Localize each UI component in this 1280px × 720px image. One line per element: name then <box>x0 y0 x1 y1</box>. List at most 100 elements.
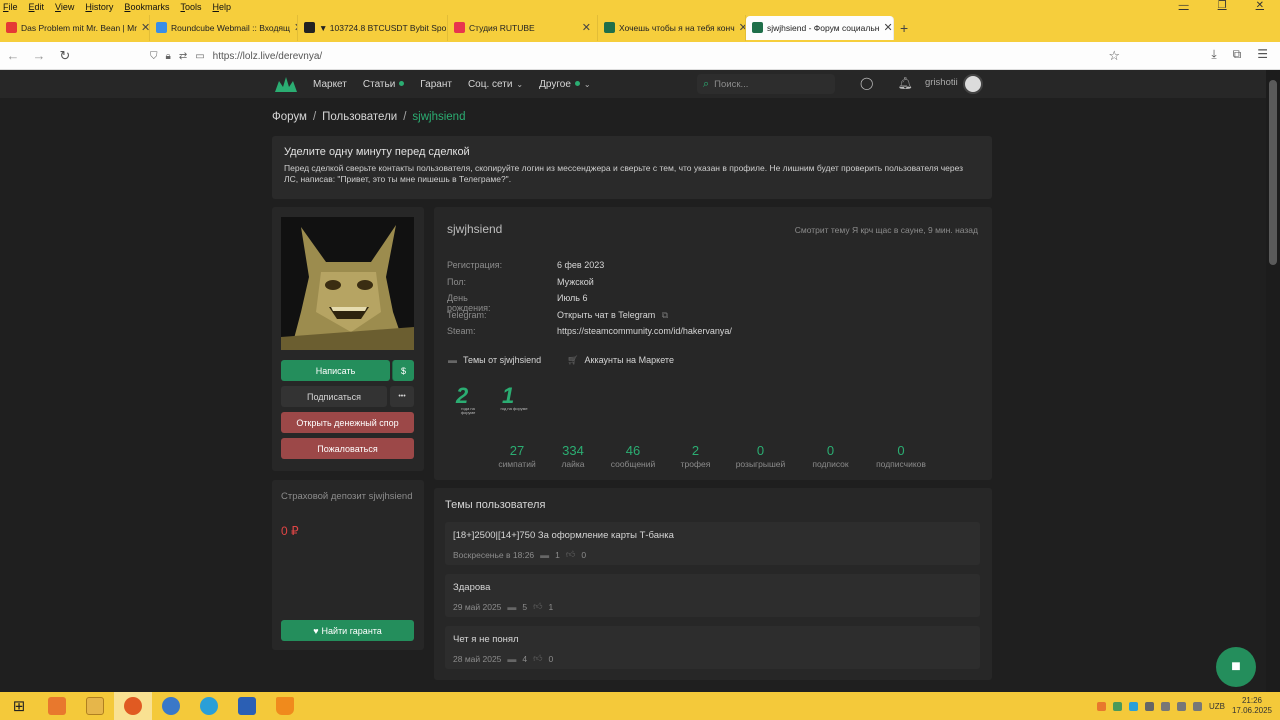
site-logo-icon[interactable] <box>274 75 298 93</box>
stat-likes[interactable]: 27 симпатий <box>496 443 538 469</box>
telegram-icon[interactable] <box>190 692 228 720</box>
menu-history[interactable]: History <box>85 2 113 12</box>
menu-help[interactable]: Help <box>212 2 231 12</box>
bell-icon[interactable]: 🔔︎ <box>897 76 912 90</box>
stat-trophies[interactable]: 2 трофея <box>658 443 733 469</box>
downloads-icon[interactable]: ⤓ <box>1211 47 1216 62</box>
profile-avatar <box>281 217 414 350</box>
browser-tab[interactable]: Das Problem mit Mr. Bean | Mr ✕ <box>0 14 150 41</box>
thread-item[interactable]: Здарова 29 май 2025 ▬ 5 👍︎ 1 <box>445 574 980 617</box>
breadcrumb-current[interactable]: sjwjhsiend <box>412 111 465 123</box>
close-tab-icon[interactable]: ✕ <box>578 21 591 34</box>
close-tab-icon[interactable]: ✕ <box>735 21 745 34</box>
new-indicator-icon <box>399 81 405 87</box>
browser-tab[interactable]: ▼ 103724.8 BTCUSDT Bybit Spo ✕ <box>298 14 448 41</box>
wifi-icon[interactable] <box>1160 701 1170 711</box>
stat-followers[interactable]: 0 подписчиков <box>873 443 929 469</box>
menu-view[interactable]: View <box>55 2 74 12</box>
stat-messages[interactable]: 46 сообщений <box>608 443 658 469</box>
forward-icon[interactable]: → <box>26 48 52 63</box>
report-button[interactable]: Пожаловаться <box>281 438 414 459</box>
word-icon[interactable] <box>228 692 266 720</box>
thread-title[interactable]: Здарова <box>453 582 490 593</box>
thread-item[interactable]: [18+]2500|[14+]750 За оформление карты Т… <box>445 522 980 565</box>
tray-telegram-icon[interactable] <box>1128 701 1138 711</box>
menu-bookmarks[interactable]: Bookmarks <box>124 2 169 12</box>
stat-reactions[interactable]: 334 лайка <box>538 443 608 469</box>
vlc-icon[interactable] <box>266 692 304 720</box>
find-guarantor-button[interactable]: ♥ Найти гаранта <box>281 620 414 641</box>
stat-following[interactable]: 0 подписок <box>788 443 873 469</box>
user-threads-link[interactable]: ▬ Темы от sjwjhsiend <box>448 355 541 366</box>
page-scrollbar[interactable] <box>1266 70 1280 692</box>
firefox-icon[interactable] <box>114 692 152 720</box>
thread-title[interactable]: [18+]2500|[14+]750 За оформление карты Т… <box>453 530 674 541</box>
browser-tab[interactable]: Roundcube Webmail :: Входящ ✕ <box>150 14 298 41</box>
dollar-button[interactable]: $ <box>392 360 414 381</box>
tray-app-icon[interactable] <box>1112 701 1122 711</box>
qbittorrent-icon[interactable] <box>152 692 190 720</box>
tray-app-icon[interactable] <box>1144 701 1154 711</box>
close-tab-icon[interactable]: ✕ <box>137 21 149 34</box>
market-accounts-link[interactable]: 🛒︎ Аккаунты на Маркете <box>567 355 674 366</box>
shield-icon[interactable]: ⛉ <box>150 51 158 62</box>
nav-guarantor[interactable]: Гарант <box>420 79 452 90</box>
trophy-badge[interactable]: 1 год на форуме <box>496 385 528 419</box>
trophy-badge[interactable]: 2 года на форуме <box>450 385 482 419</box>
reload-icon[interactable]: ↻ <box>52 48 78 64</box>
browser-tab-active[interactable]: sjwjhsiend - Форум социальн ✕ <box>746 15 894 40</box>
more-options-button[interactable]: ••• <box>390 386 414 407</box>
extensions-icon[interactable]: ⧉ <box>1233 47 1242 62</box>
breadcrumb-users[interactable]: Пользователи <box>322 111 397 123</box>
file-explorer-icon[interactable] <box>76 692 114 720</box>
thread-title[interactable]: Чет я не понял <box>453 634 519 645</box>
breadcrumb-forum[interactable]: Форум <box>272 111 307 123</box>
copy-icon[interactable]: ⧉ <box>662 310 668 320</box>
profile-status[interactable]: Смотрит тему Я крч щас в сауне, 9 мин. н… <box>795 225 978 235</box>
search-input[interactable]: ⌕ Поиск... <box>697 74 835 94</box>
nav-social[interactable]: Соц. сети ⌄ <box>468 79 523 90</box>
menu-file[interactable]: File <box>3 2 18 12</box>
battery-icon[interactable] <box>1192 701 1202 711</box>
user-avatar[interactable] <box>963 74 983 94</box>
telegram-link[interactable]: Открыть чат в Telegram ⧉ <box>557 310 668 321</box>
browser-tab[interactable]: Студия RUTUBE ✕ <box>448 14 598 41</box>
find-guarantor-label: Найти гаранта <box>321 625 382 636</box>
url-bar[interactable]: ⛉ 🔒︎ ⇄ ▭ https://lolz.live/derevnya/ ☆ <box>150 46 1130 66</box>
tray-app-icon[interactable] <box>1096 701 1106 711</box>
nav-articles[interactable]: Статьи <box>363 79 405 90</box>
close-tab-icon[interactable]: ✕ <box>879 21 892 34</box>
back-icon[interactable]: ← <box>0 48 26 63</box>
lock-icon[interactable]: 🔒︎ <box>166 51 171 62</box>
stat-giveaways[interactable]: 0 розыгрышей <box>733 443 788 469</box>
clock[interactable]: 21:26 17.06.2025 <box>1232 696 1272 715</box>
chat-icon[interactable]: ◯ <box>860 76 873 90</box>
app-menu-icon[interactable]: ☰ <box>1257 47 1268 62</box>
maximize-icon[interactable]: ❐ <box>1218 0 1227 11</box>
browser-tab[interactable]: Хочешь чтобы я на тебя конч ✕ <box>598 14 746 41</box>
media-player-icon[interactable] <box>38 692 76 720</box>
volume-icon[interactable] <box>1176 701 1186 711</box>
menu-edit[interactable]: Edit <box>29 2 45 12</box>
new-tab-icon[interactable]: + <box>900 20 908 36</box>
header-username[interactable]: grishotii <box>925 77 958 88</box>
subscribe-button[interactable]: Подписаться <box>281 386 387 407</box>
start-button[interactable]: ⊞ <box>0 692 38 720</box>
close-window-icon[interactable]: ✕ <box>1256 0 1264 11</box>
scrollbar-thumb[interactable] <box>1269 80 1277 265</box>
nav-other[interactable]: Другое ⌄ <box>539 79 590 90</box>
menu-tools[interactable]: Tools <box>180 2 201 12</box>
thread-replies: 4 <box>522 653 528 664</box>
open-dispute-button[interactable]: Открыть денежный спор <box>281 412 414 433</box>
minimize-icon[interactable]: — <box>1179 0 1189 11</box>
close-tab-icon[interactable]: ✕ <box>290 21 297 34</box>
steam-link[interactable]: https://steamcommunity.com/id/hakervanya… <box>557 326 732 336</box>
keyboard-language[interactable]: UZB <box>1209 702 1225 711</box>
write-message-button[interactable]: Написать <box>281 360 390 381</box>
chat-button[interactable]: ■ <box>1216 647 1256 687</box>
bookmark-star-icon[interactable]: ☆ <box>1108 48 1120 64</box>
permissions-icon[interactable]: ⇄ <box>179 51 187 62</box>
thread-item[interactable]: Чет я не понял 28 май 2025 ▬ 4 👍︎ 0 <box>445 626 980 669</box>
url-text[interactable]: https://lolz.live/derevnya/ <box>213 51 323 62</box>
nav-market[interactable]: Маркет <box>313 79 347 90</box>
